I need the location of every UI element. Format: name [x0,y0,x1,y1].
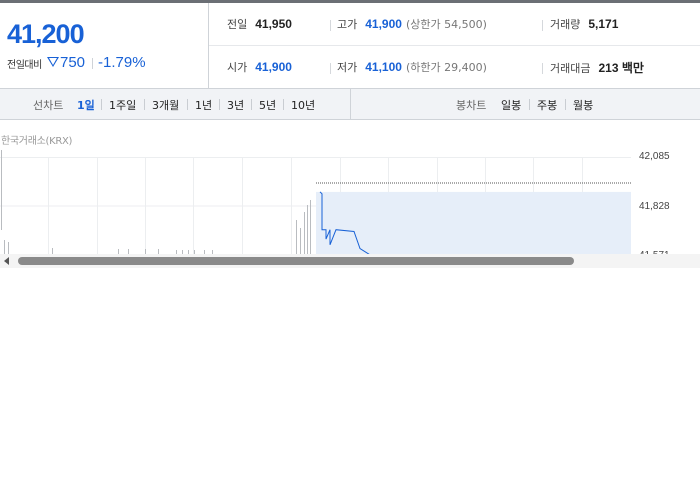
tab-5y[interactable]: 5년 [259,97,276,113]
tab-weekly-candle[interactable]: 주봉 [537,97,557,113]
tab-monthly-candle[interactable]: 월봉 [573,97,593,113]
tab-10y[interactable]: 10년 [291,97,315,113]
stat-trade-value: 거래대금 213 백만 [550,59,644,76]
scrollbar-thumb[interactable] [18,257,574,265]
divider [542,63,543,74]
divider [144,99,145,110]
y-tick-label: 42,085 [639,151,670,162]
stat-label: 거래대금 [550,62,591,75]
price-summary: 41,200 전일대비 750 -1.79% 전일 41,950 고가 41,900… [0,3,700,89]
change-value: 750 [60,54,86,71]
scroll-left-arrow-icon[interactable] [4,257,9,265]
divider [219,99,220,110]
tab-daily-candle[interactable]: 일봉 [501,97,521,113]
tab-1d[interactable]: 1일 [77,97,95,113]
data-source: 한국거래소(KRX) [1,136,73,147]
divider [542,20,543,31]
stat-value: 213 백만 [598,61,644,75]
divider [283,99,284,110]
divider [565,99,566,110]
y-tick-label: 41,828 [639,201,670,212]
divider [330,20,331,31]
down-triangle-icon [47,57,59,67]
divider [529,99,530,110]
stat-open: 시가 41,900 [227,59,292,75]
price-chart [0,150,631,254]
tab-1w[interactable]: 1주일 [109,97,136,113]
row-divider [209,45,700,46]
stat-label: 전일 [227,18,248,31]
stat-label: 고가 [337,18,358,31]
tabs-divider [350,89,351,119]
stat-prev-close: 전일 41,950 [227,16,292,32]
stat-value: 5,171 [588,17,619,31]
stat-high: 고가 41,900 (상한가 54,500) [337,16,487,32]
current-price: 41,200 [7,19,85,49]
stat-low: 저가 41,100 (하한가 29,400) [337,59,487,75]
line-chart-label: 선차트 [33,99,64,112]
stock-price-widget: 41,200 전일대비 750 -1.79% 전일 41,950 고가 41,900… [0,0,700,268]
change-rate: -1.79% [98,54,146,71]
stat-value: 41,950 [255,17,292,31]
stat-label: 시가 [227,61,248,74]
stat-label: 거래량 [550,18,581,31]
divider [251,99,252,110]
change-label: 전일대비 [7,60,42,71]
tab-1y[interactable]: 1년 [195,97,212,113]
price-area [316,191,631,254]
upper-limit: (상한가 54,500) [405,18,487,31]
chart-period-tabs: 선차트 1일 1주일 3개월 1년 3년 5년 10년 봉차트 일봉 주봉 월봉 [0,89,700,120]
stat-value: 41,100 [365,60,402,74]
stat-value: 41,900 [255,60,292,74]
candle-chart-label: 봉차트 [456,99,487,112]
divider [187,99,188,110]
horizontal-scrollbar[interactable] [0,254,700,268]
volume-bars [1,150,311,254]
tab-3m[interactable]: 3개월 [152,97,179,113]
divider [92,58,93,69]
current-price-box: 41,200 전일대비 750 -1.79% [0,3,209,88]
stat-volume: 거래량 5,171 [550,16,618,32]
divider [101,99,102,110]
tab-3y[interactable]: 3년 [227,97,244,113]
lower-limit: (하한가 29,400) [405,61,487,74]
stat-label: 저가 [337,61,358,74]
divider [330,63,331,74]
stat-value: 41,900 [365,17,402,31]
